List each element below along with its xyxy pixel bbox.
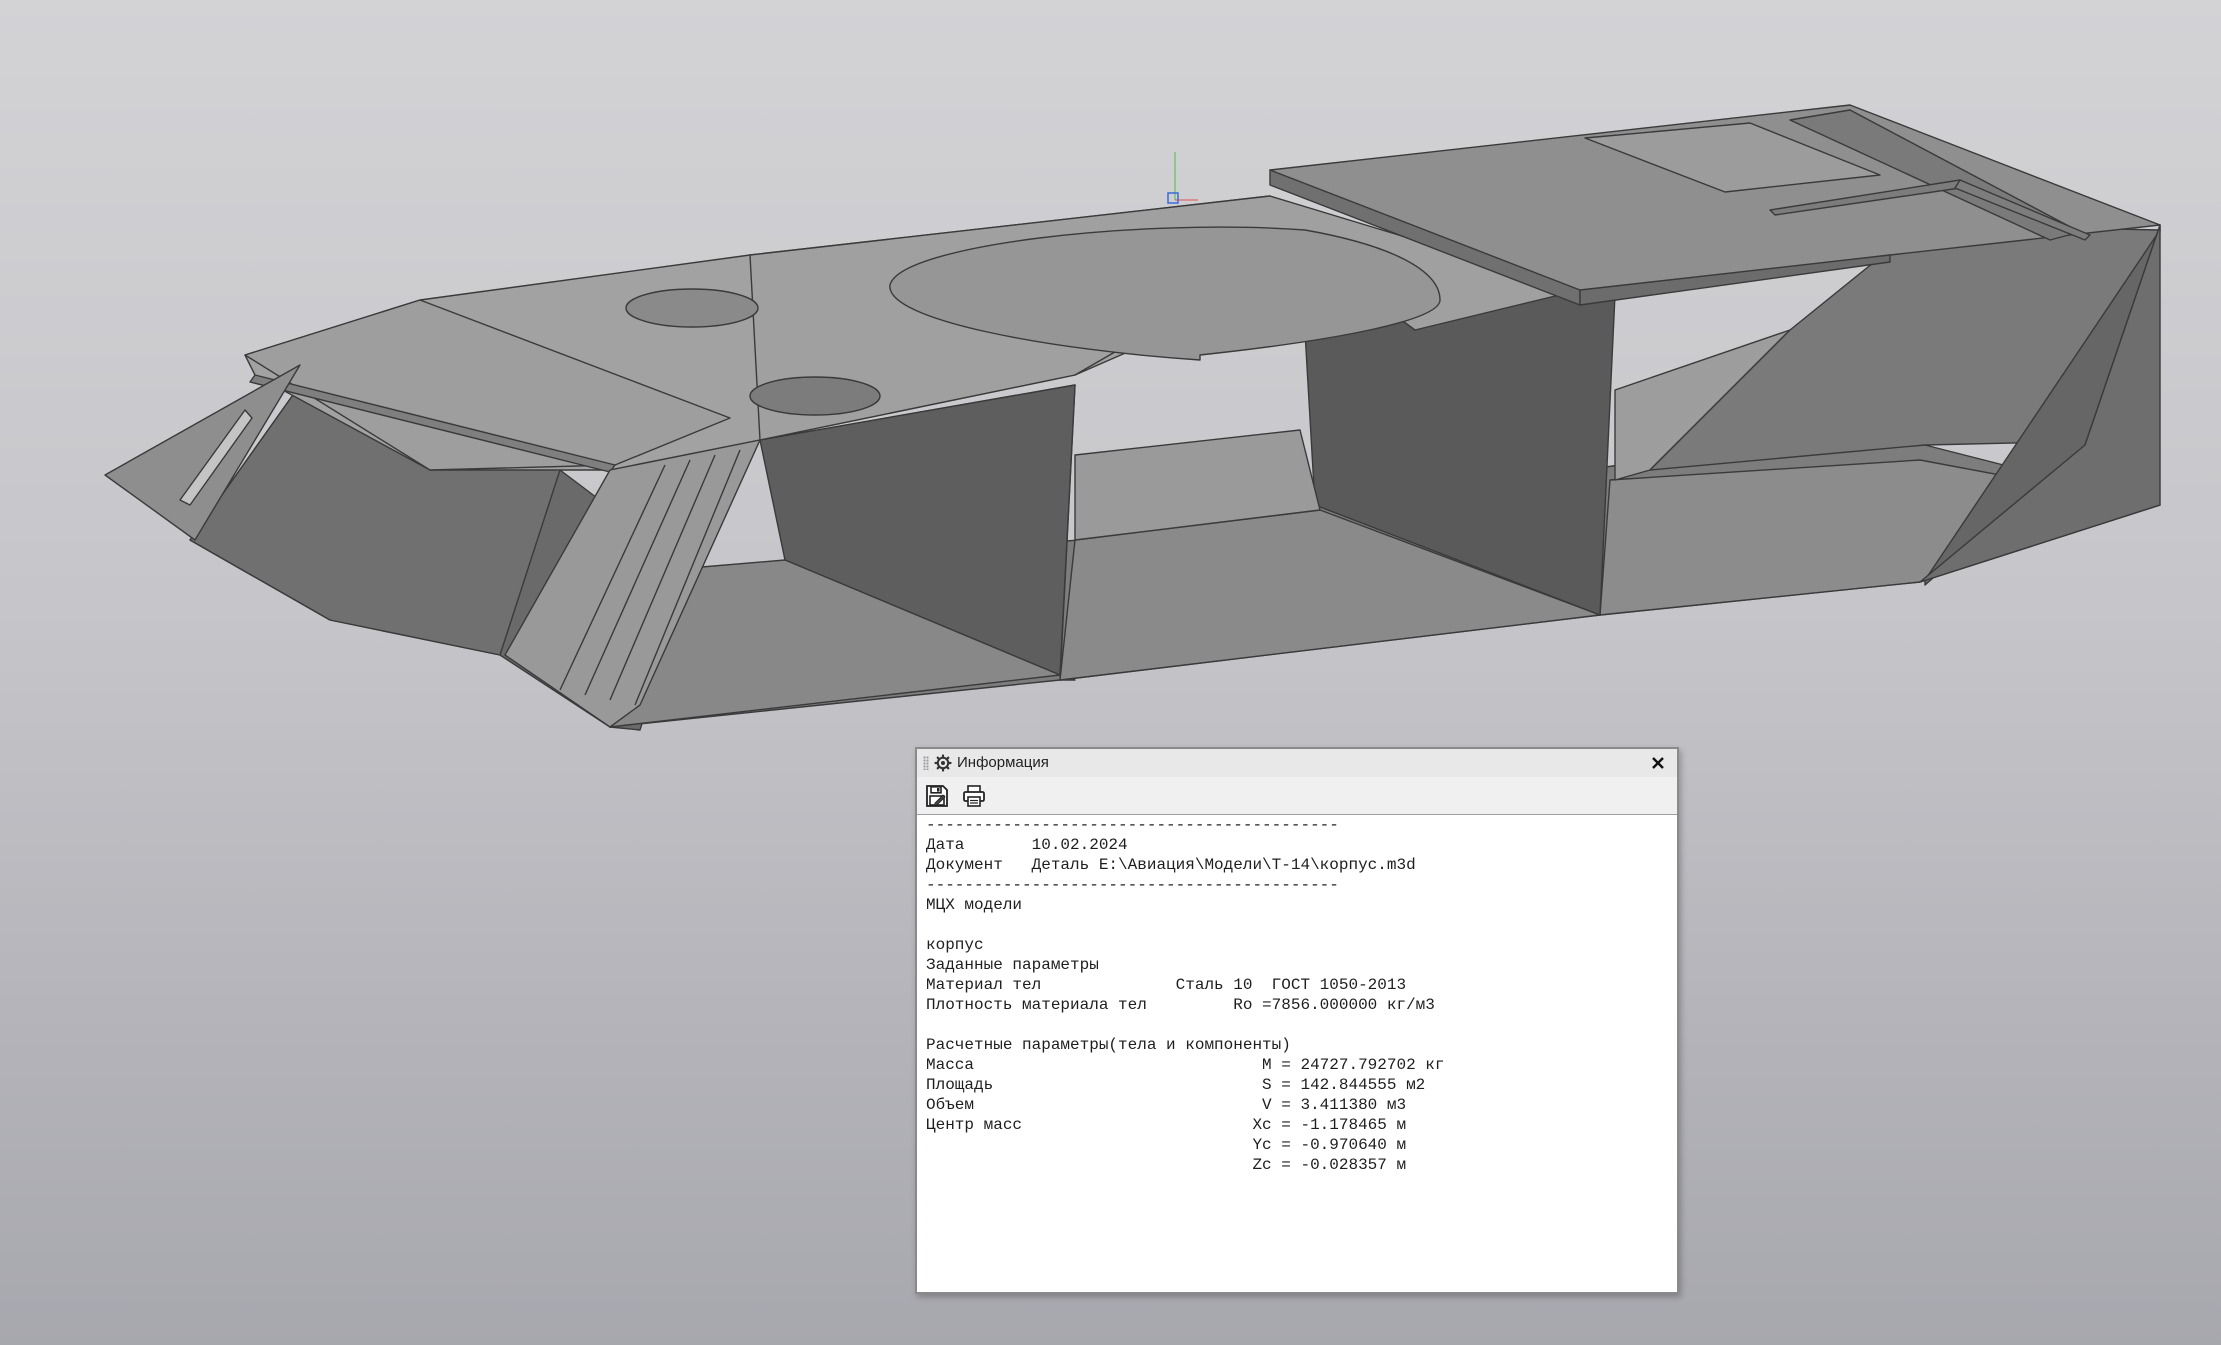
report-date: Дата 10.02.2024 <box>926 836 1128 854</box>
close-icon <box>1652 757 1664 769</box>
close-button[interactable] <box>1647 752 1669 774</box>
report-part-name: корпус <box>926 936 984 954</box>
report-density: Плотность материала тел Ro =7856.000000 … <box>926 996 1435 1014</box>
report-mass: Масса M = 24727.792702 кг <box>926 1056 1445 1074</box>
axis-indicator <box>1167 152 1198 204</box>
report-text-area[interactable]: ----------------------------------------… <box>917 815 1677 1292</box>
report-heading: МЦХ модели <box>926 896 1023 914</box>
hatch-opening-1 <box>625 288 759 328</box>
panel-title: Информация <box>957 754 1049 771</box>
save-button[interactable] <box>924 783 950 809</box>
info-panel[interactable]: Информация -----------------------------… <box>915 747 1679 1294</box>
report-center-mass-y: Yc = -0.970640 м <box>926 1136 1407 1154</box>
hull-3d-model[interactable] <box>104 104 2161 731</box>
report-text: ----------------------------------------… <box>917 815 1677 1175</box>
report-center-mass-x: Центр масс Xc = -1.178465 м <box>926 1116 1407 1134</box>
drag-handle-icon[interactable] <box>923 756 929 770</box>
info-toolbar <box>917 777 1677 815</box>
report-separator: ----------------------------------------… <box>926 816 1339 834</box>
report-area: Площадь S = 142.844555 м2 <box>926 1076 1426 1094</box>
report-center-mass-z: Zc = -0.028357 м <box>926 1156 1407 1174</box>
report-calc-params: Расчетные параметры(тела и компоненты) <box>926 1036 1291 1054</box>
gear-icon <box>934 754 952 772</box>
print-icon <box>963 785 985 807</box>
report-volume: Объем V = 3.411380 м3 <box>926 1096 1407 1114</box>
report-document: Документ Деталь E:\Авиация\Модели\Т-14\к… <box>926 856 1416 874</box>
report-separator: ----------------------------------------… <box>926 876 1339 894</box>
print-button[interactable] <box>961 783 987 809</box>
report-given-params: Заданные параметры <box>926 956 1099 974</box>
save-icon <box>926 785 948 807</box>
info-titlebar[interactable]: Информация <box>917 749 1677 778</box>
hatch-opening-2 <box>749 376 881 416</box>
report-material: Материал тел Сталь 10 ГОСТ 1050-2013 <box>926 976 1407 994</box>
